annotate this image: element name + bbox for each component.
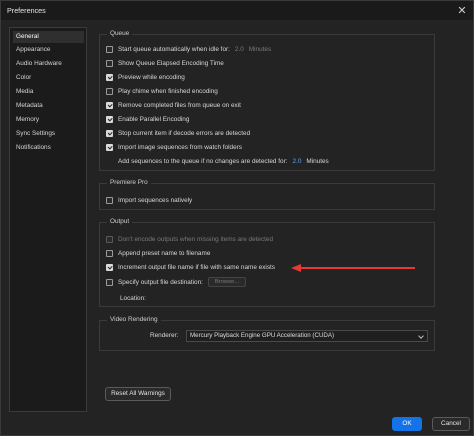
parallel-checkbox[interactable]: [106, 115, 113, 123]
remove-completed-label: Remove completed files from queue on exi…: [118, 101, 241, 109]
video-rendering-group-title: Video Rendering: [107, 316, 161, 323]
queue-group: Queue Start queue automatically when idl…: [99, 30, 435, 171]
stop-on-error-checkbox[interactable]: [106, 129, 113, 137]
preview-row: Preview while encoding: [106, 71, 185, 83]
sidebar-item-notifications[interactable]: Notifications: [13, 142, 84, 154]
cancel-button[interactable]: Cancel: [432, 417, 470, 431]
remove-completed-row: Remove completed files from queue on exi…: [106, 99, 241, 111]
append-preset-label: Append preset name to filename: [118, 249, 211, 257]
add-sequences-label: Add sequences to the queue if no changes…: [118, 157, 288, 165]
preview-label: Preview while encoding: [118, 73, 185, 81]
specify-destination-checkbox[interactable]: [106, 278, 113, 286]
preferences-window: Preferences ✕ General Appearance Audio H…: [0, 0, 474, 436]
show-elapsed-label: Show Queue Elapsed Encoding Time: [118, 59, 224, 67]
sidebar-item-color[interactable]: Color: [13, 72, 84, 84]
specify-destination-row: Specify output file destination: Browse.…: [106, 276, 247, 288]
add-sequences-minutes-value[interactable]: 2.0: [292, 158, 301, 165]
premiere-pro-group-title: Premiere Pro: [107, 179, 151, 186]
sidebar-item-appearance[interactable]: Appearance: [13, 44, 84, 56]
sidebar-item-media[interactable]: Media: [13, 86, 84, 98]
sidebar-item-audio-hardware[interactable]: Audio Hardware: [13, 58, 84, 70]
output-group-title: Output: [107, 218, 133, 225]
idle-minutes-value[interactable]: 2.0: [235, 46, 244, 53]
append-preset-checkbox[interactable]: [106, 249, 113, 257]
renderer-select-value: Mercury Playback Engine GPU Acceleration…: [190, 332, 335, 339]
preview-checkbox[interactable]: [106, 73, 113, 81]
sidebar-item-sync-settings[interactable]: Sync Settings: [13, 128, 84, 140]
dont-encode-label: Don't encode outputs when missing items …: [118, 235, 274, 243]
annotation-arrow-icon: [291, 264, 415, 272]
increment-name-row: Increment output file name if file with …: [106, 261, 275, 273]
window-title: Preferences: [7, 6, 46, 15]
increment-name-label: Increment output file name if file with …: [118, 263, 275, 271]
renderer-select[interactable]: Mercury Playback Engine GPU Acceleration…: [186, 330, 428, 342]
renderer-label: Renderer:: [150, 332, 179, 339]
ok-button[interactable]: OK: [392, 417, 422, 431]
dont-encode-row: Don't encode outputs when missing items …: [106, 233, 273, 245]
add-sequences-row: Add sequences to the queue if no changes…: [118, 155, 329, 167]
sidebar: General Appearance Audio Hardware Color …: [9, 27, 87, 412]
chime-row: Play chime when finished encoding: [106, 85, 218, 97]
import-watch-label: Import image sequences from watch folder…: [118, 143, 242, 151]
add-sequences-minutes-unit: Minutes: [306, 157, 329, 165]
close-icon[interactable]: ✕: [451, 1, 473, 20]
import-natively-label: Import sequences natively: [118, 196, 193, 204]
chevron-down-icon: [418, 333, 424, 339]
location-label: Location:: [120, 294, 146, 302]
stop-on-error-row: Stop current item if decode errors are d…: [106, 127, 250, 139]
start-queue-when-idle-checkbox[interactable]: [106, 45, 113, 53]
premiere-pro-group: Premiere Pro Import sequences natively: [99, 179, 435, 210]
sidebar-item-memory[interactable]: Memory: [13, 114, 84, 126]
location-row: Location:: [120, 292, 146, 304]
import-natively-checkbox[interactable]: [106, 196, 113, 204]
queue-group-title: Queue: [107, 30, 133, 37]
import-watch-row: Import image sequences from watch folder…: [106, 141, 242, 153]
reset-all-warnings-button[interactable]: Reset All Warnings: [105, 387, 171, 401]
dont-encode-checkbox[interactable]: [106, 235, 113, 243]
specify-destination-label: Specify output file destination:: [118, 278, 203, 286]
titlebar: Preferences ✕: [1, 1, 473, 20]
browse-button[interactable]: Browse...: [207, 277, 247, 287]
import-watch-checkbox[interactable]: [106, 143, 113, 151]
remove-completed-checkbox[interactable]: [106, 101, 113, 109]
show-elapsed-row: Show Queue Elapsed Encoding Time: [106, 57, 224, 69]
append-preset-row: Append preset name to filename: [106, 247, 210, 259]
idle-minutes-unit: Minutes: [248, 45, 272, 53]
import-natively-row: Import sequences natively: [106, 194, 192, 206]
increment-name-checkbox[interactable]: [106, 263, 113, 271]
chime-label: Play chime when finished encoding: [118, 87, 218, 95]
chime-checkbox[interactable]: [106, 87, 113, 95]
sidebar-item-general[interactable]: General: [13, 31, 84, 43]
video-rendering-group: Video Rendering Renderer: Mercury Playba…: [99, 316, 435, 351]
sidebar-item-metadata[interactable]: Metadata: [13, 100, 84, 112]
start-queue-when-idle-label: Start queue automatically when idle for:: [118, 45, 230, 53]
start-queue-when-idle-row: Start queue automatically when idle for:…: [106, 43, 271, 55]
stop-on-error-label: Stop current item if decode errors are d…: [118, 129, 251, 137]
parallel-row: Enable Parallel Encoding: [106, 113, 189, 125]
parallel-label: Enable Parallel Encoding: [118, 115, 190, 123]
show-elapsed-checkbox[interactable]: [106, 59, 113, 67]
